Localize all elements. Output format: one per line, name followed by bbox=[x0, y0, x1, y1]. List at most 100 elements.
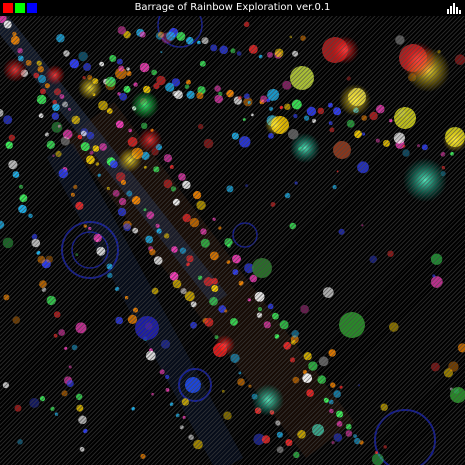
bullet bbox=[182, 415, 186, 420]
bullet bbox=[387, 250, 394, 257]
bullet bbox=[54, 412, 59, 416]
bullet bbox=[53, 311, 61, 318]
bullet bbox=[272, 312, 279, 320]
bullet bbox=[203, 138, 214, 149]
bullet bbox=[357, 161, 369, 174]
bullet bbox=[339, 385, 343, 389]
bullet bbox=[149, 249, 156, 256]
bullet bbox=[242, 118, 246, 122]
bullet bbox=[329, 127, 335, 133]
bullet bbox=[119, 92, 127, 101]
bullet bbox=[189, 217, 200, 228]
bullet bbox=[118, 65, 125, 72]
bullet bbox=[169, 165, 174, 169]
bullet bbox=[250, 113, 254, 117]
bullet bbox=[218, 91, 223, 96]
bullet bbox=[155, 223, 160, 228]
bullet bbox=[117, 26, 127, 35]
bullet bbox=[78, 51, 88, 62]
bullet bbox=[89, 150, 94, 155]
bullet bbox=[290, 66, 314, 90]
bullet bbox=[230, 353, 240, 363]
bullet bbox=[290, 339, 296, 345]
bullet bbox=[128, 128, 132, 133]
bullet bbox=[18, 204, 27, 214]
bullet bbox=[279, 105, 283, 110]
bullet bbox=[163, 179, 173, 189]
bullet bbox=[75, 253, 79, 256]
bullet bbox=[333, 141, 351, 159]
bullet bbox=[143, 208, 147, 212]
bullet bbox=[283, 341, 292, 350]
bullet bbox=[196, 200, 206, 210]
bullet bbox=[345, 423, 352, 430]
bullet bbox=[69, 59, 80, 69]
bullet bbox=[282, 80, 292, 90]
bullet bbox=[274, 334, 280, 339]
bullet bbox=[248, 44, 258, 54]
bullet bbox=[181, 398, 190, 406]
glow-bullet bbox=[3, 58, 27, 82]
bullet bbox=[258, 54, 263, 59]
bullet bbox=[115, 120, 124, 129]
bullet bbox=[78, 415, 87, 425]
bullet bbox=[284, 103, 291, 110]
bullet bbox=[97, 173, 102, 177]
bullet bbox=[308, 361, 318, 371]
bullet bbox=[291, 99, 302, 110]
bullet bbox=[37, 255, 46, 264]
bullet bbox=[156, 228, 162, 234]
bullet bbox=[86, 131, 95, 140]
bullet bbox=[339, 312, 365, 338]
bullet bbox=[188, 434, 194, 440]
bullet bbox=[98, 100, 108, 111]
bullet bbox=[145, 350, 156, 361]
bullet bbox=[230, 48, 236, 54]
bullet bbox=[201, 37, 209, 45]
bullet bbox=[169, 271, 179, 281]
glow-bullet bbox=[339, 84, 371, 116]
bullet bbox=[302, 373, 313, 383]
glow-bullet bbox=[265, 115, 285, 135]
bullet bbox=[304, 115, 310, 121]
bullet bbox=[106, 263, 113, 270]
bullet bbox=[126, 190, 133, 197]
bullet bbox=[417, 144, 421, 148]
bullet bbox=[86, 155, 95, 165]
bullet bbox=[346, 76, 351, 81]
bullet bbox=[165, 82, 175, 92]
bullet bbox=[238, 280, 244, 286]
bullet bbox=[448, 361, 459, 372]
bullet bbox=[369, 255, 378, 264]
game-canvas[interactable] bbox=[0, 0, 465, 465]
bullet bbox=[300, 304, 309, 314]
bullet bbox=[243, 93, 250, 100]
bullet bbox=[71, 115, 81, 125]
bullet bbox=[346, 119, 355, 128]
ring bbox=[232, 222, 258, 248]
bullet bbox=[323, 397, 329, 403]
bullet bbox=[38, 113, 44, 119]
bullet bbox=[333, 433, 343, 442]
bullet bbox=[163, 154, 172, 163]
bullet bbox=[68, 107, 71, 111]
bullet bbox=[196, 92, 204, 100]
bullet bbox=[182, 213, 191, 223]
bullet bbox=[3, 20, 12, 29]
bullet bbox=[153, 256, 163, 265]
bullet bbox=[92, 145, 100, 152]
bullet bbox=[165, 374, 170, 379]
bullet bbox=[93, 233, 102, 243]
bullet bbox=[284, 192, 291, 199]
bullet bbox=[139, 62, 150, 73]
title-bar: Barrage of Rainbow Exploration ver.0.1 bbox=[0, 0, 465, 16]
bullet bbox=[318, 356, 329, 367]
bullet bbox=[117, 207, 127, 217]
bullet bbox=[145, 235, 154, 244]
glow-bullet bbox=[45, 65, 65, 85]
sound-level-icon[interactable] bbox=[447, 3, 461, 14]
bullet bbox=[124, 296, 129, 300]
bullet bbox=[231, 132, 239, 140]
bullet bbox=[232, 254, 241, 264]
bullet bbox=[140, 453, 146, 459]
